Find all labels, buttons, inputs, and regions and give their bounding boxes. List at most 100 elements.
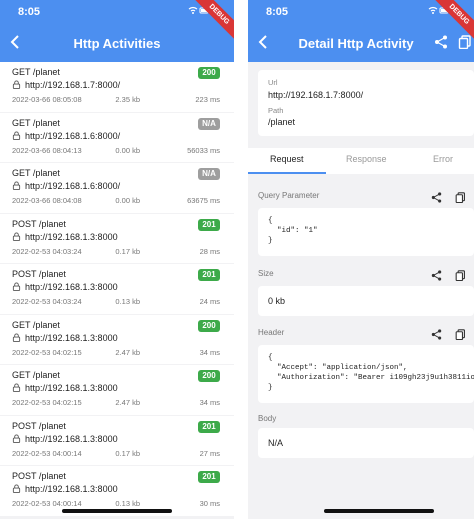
request-url: http://192.168.1.3:8000 xyxy=(12,282,118,292)
request-url-text: http://192.168.1.3:8000 xyxy=(25,332,118,343)
request-url-text: http://192.168.1.3:8000 xyxy=(25,433,118,444)
request-duration: 24 ms xyxy=(199,297,220,306)
request-duration: 28 ms xyxy=(199,246,220,256)
app-bar: 8:05 DEBUG Detail Http Activity xyxy=(248,0,474,62)
response-size: 0.13 kb xyxy=(115,499,140,508)
request-date: 2022-02-53 04:00:14 xyxy=(12,448,82,458)
size-value: 0 kb xyxy=(258,286,474,316)
status-badge: 201 xyxy=(198,420,220,433)
request-url-text: http://192.168.1.3:8000 xyxy=(25,484,118,494)
status-badge: 200 xyxy=(198,370,220,382)
request-url-text: http://192.168.1.3:8000 xyxy=(25,282,118,292)
status-badge: 201 xyxy=(198,269,220,281)
request-url: http://192.168.1.6:8000/ xyxy=(12,131,120,141)
detail-screen: 8:05 DEBUG Detail Http Activity Url http… xyxy=(248,0,474,519)
tab-request[interactable]: Request xyxy=(270,154,304,164)
activity-list: GET /planet 200 http://192.168.1.7:8000/20… xyxy=(0,62,234,519)
status-badge: 200 xyxy=(198,319,220,332)
status-badge: 200 xyxy=(198,67,220,79)
share-icon[interactable] xyxy=(434,35,448,49)
status-bar: 8:05 xyxy=(266,6,450,20)
request-url-text: http://192.168.1.3:8000 xyxy=(25,231,118,242)
query-parameter-value: { "id": "1" } xyxy=(258,208,474,256)
response-size: 0.17 kb xyxy=(115,448,140,458)
activity-row[interactable]: POST /planet 201 http://192.168.1.3:8000 20… xyxy=(0,264,234,314)
status-badge: N/A xyxy=(198,117,220,130)
header-label: Header xyxy=(258,328,285,337)
request-duration: 223 ms xyxy=(195,95,220,104)
request-method-path: GET /planet xyxy=(12,319,60,330)
activity-row[interactable]: GET /planet N/A http://192.168.1.6:8000/20… xyxy=(0,163,234,213)
url-card: Url http://192.168.1.7:8000/ Path /plane… xyxy=(258,70,474,136)
tab-response[interactable]: Response xyxy=(346,154,387,164)
request-duration: 34 ms xyxy=(199,347,220,357)
lock-icon xyxy=(12,383,21,392)
status-time: 8:05 xyxy=(18,6,41,18)
request-url-text: http://192.168.1.6:8000/ xyxy=(25,181,121,191)
request-duration: 30 ms xyxy=(199,499,220,508)
share-icon[interactable] xyxy=(431,327,442,340)
request-method-path: GET /planet xyxy=(12,67,60,77)
copy-icon[interactable] xyxy=(455,268,466,282)
request-method-path: GET /planet xyxy=(12,117,60,128)
home-indicator xyxy=(62,509,172,513)
request-method-path: GET /planet xyxy=(12,370,60,380)
request-duration: 63675 ms xyxy=(187,196,220,205)
lock-icon xyxy=(12,433,21,443)
status-badge: N/A xyxy=(198,168,220,180)
request-duration: 56033 ms xyxy=(187,145,220,155)
request-date: 2022-03-66 08:04:13 xyxy=(12,145,82,155)
request-url: http://192.168.1.3:8000 xyxy=(12,484,118,494)
request-date: 2022-03-66 08:04:08 xyxy=(12,196,82,205)
status-badge: 201 xyxy=(198,218,220,231)
response-size: 0.17 kb xyxy=(115,246,140,256)
request-url-text: http://192.168.1.3:8000 xyxy=(25,383,118,393)
detail-tabs: Request Response Error xyxy=(248,148,474,174)
status-time: 8:05 xyxy=(266,6,289,18)
request-duration: 27 ms xyxy=(199,448,220,458)
lock-icon xyxy=(12,130,21,140)
status-bar: 8:05 xyxy=(18,6,210,20)
copy-icon[interactable] xyxy=(455,327,466,341)
activity-row[interactable]: GET /planet 200 http://192.168.1.3:8000 202… xyxy=(0,365,234,415)
url-value: http://192.168.1.7:8000/ xyxy=(268,90,364,100)
activity-row[interactable]: POST /planet 201 http://192.168.1.3:8000 20… xyxy=(0,415,234,465)
copy-icon[interactable] xyxy=(458,35,472,50)
share-icon[interactable] xyxy=(431,190,442,203)
response-size: 0.13 kb xyxy=(115,297,140,306)
request-duration: 34 ms xyxy=(199,398,220,407)
request-date: 2022-03-66 08:05:08 xyxy=(12,95,82,104)
request-date: 2022-02-53 04:02:15 xyxy=(12,347,82,357)
copy-icon[interactable] xyxy=(455,190,466,204)
lock-icon xyxy=(12,181,21,190)
lock-icon xyxy=(12,282,21,291)
query-parameter-label: Query Parameter xyxy=(258,191,320,200)
activity-row[interactable]: GET /planet 200 http://192.168.1.3:8000 202… xyxy=(0,314,234,364)
request-method-path: POST /planet xyxy=(12,218,66,229)
path-label: Path xyxy=(268,106,284,115)
activity-row[interactable]: GET /planet N/A http://192.168.1.6:8000/20… xyxy=(0,112,234,162)
body-label: Body xyxy=(258,414,277,423)
activity-list-screen: 8:05 DEBUG Http Activities GET /planet 20… xyxy=(0,0,234,519)
page-title: Http Activities xyxy=(73,36,161,51)
request-url-text: http://192.168.1.6:8000/ xyxy=(25,130,121,141)
request-method-path: POST /planet xyxy=(12,420,66,431)
request-date: 2022-02-53 04:00:14 xyxy=(12,499,82,508)
lock-icon xyxy=(12,80,21,89)
body-value: N/A xyxy=(258,428,474,458)
status-badge: 201 xyxy=(198,471,220,483)
app-bar: 8:05 DEBUG Http Activities xyxy=(0,0,234,62)
request-method-path: POST /planet xyxy=(12,471,66,481)
lock-icon xyxy=(12,231,21,241)
activity-row[interactable]: GET /planet 200 http://192.168.1.7:8000/20… xyxy=(0,62,234,112)
share-icon[interactable] xyxy=(431,268,442,281)
request-date: 2022-02-53 04:03:24 xyxy=(12,246,82,256)
request-date: 2022-02-53 04:02:15 xyxy=(12,398,82,407)
request-url: http://192.168.1.3:8000 xyxy=(12,383,118,393)
request-url: http://192.168.1.6:8000/ xyxy=(12,181,120,191)
home-indicator xyxy=(324,509,434,513)
activity-row[interactable]: POST /planet 201 http://192.168.1.3:8000 20… xyxy=(0,213,234,263)
active-tab-indicator xyxy=(248,172,326,174)
lock-icon xyxy=(12,484,21,493)
tab-error[interactable]: Error xyxy=(433,154,453,164)
